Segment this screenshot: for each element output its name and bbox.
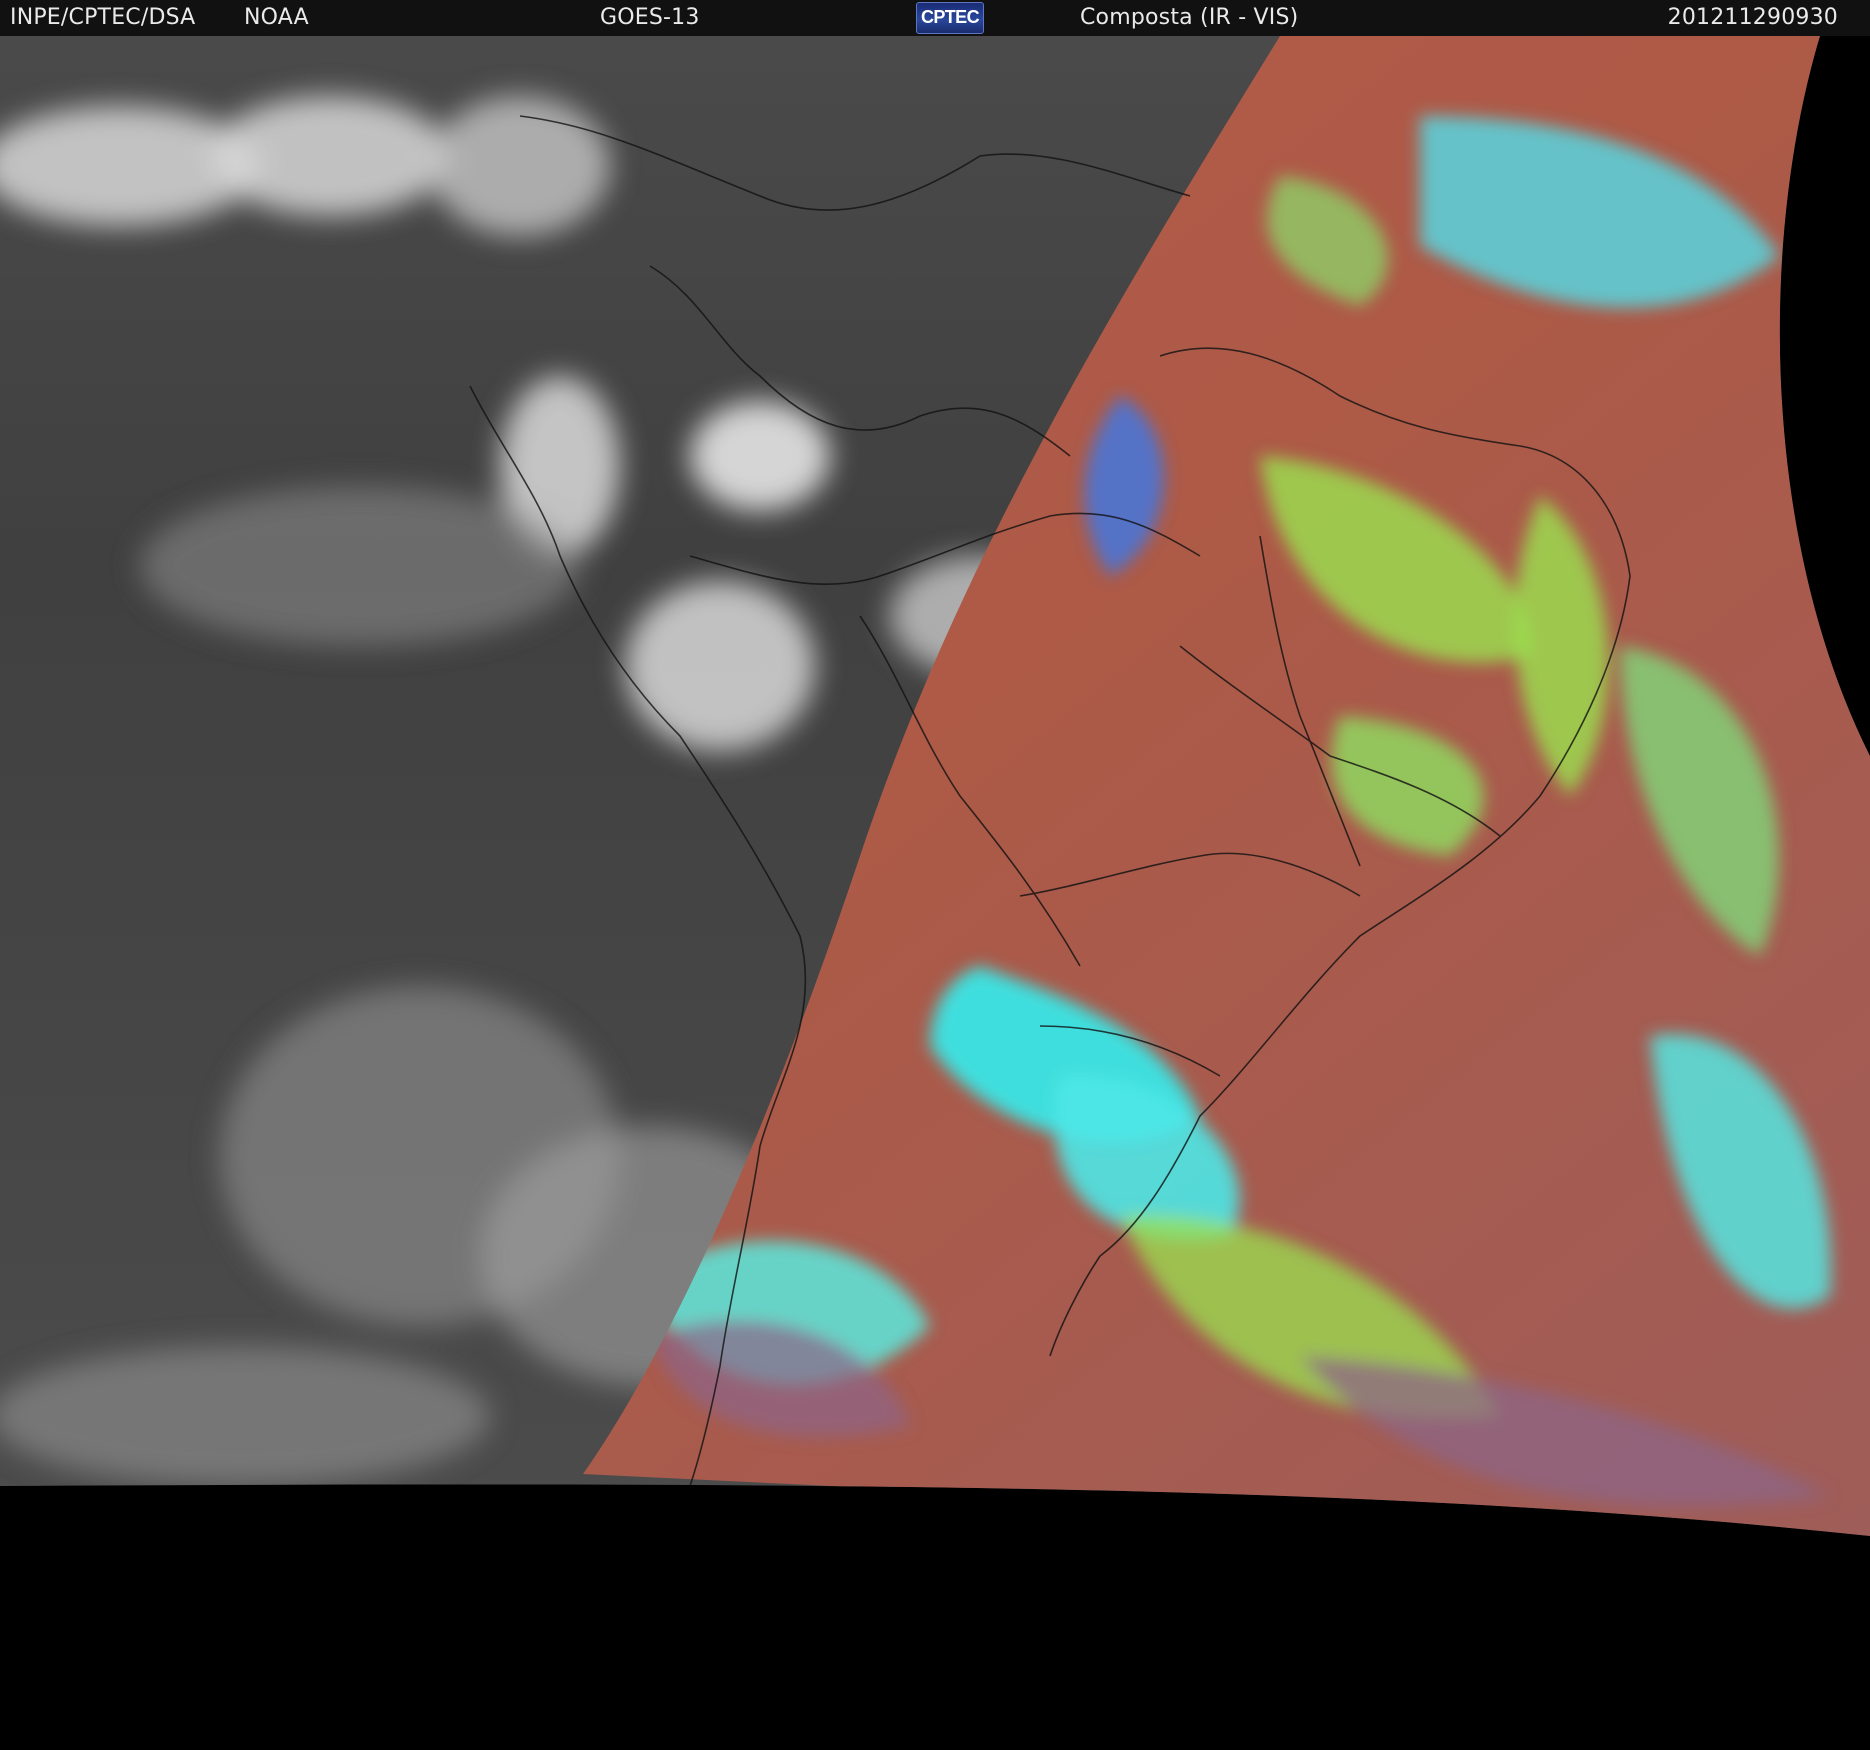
ir-cloud [625,581,815,751]
ir-cloud [210,96,450,216]
satellite-disk [0,36,1870,1536]
ir-cloud [430,96,610,236]
satellite-map-svg [0,36,1870,1536]
satellite-map [0,36,1870,1750]
title-bar: INPE/CPTEC/DSA NOAA GOES-13 CPTEC Compos… [0,0,1870,36]
ir-cloud [140,486,580,646]
cptec-logo: CPTEC [916,2,984,34]
satellite-label: GOES-13 [600,5,700,30]
agency-label: NOAA [244,5,309,30]
org-label: INPE/CPTEC/DSA [10,5,196,30]
ir-cloud [0,1346,490,1486]
product-label: Composta (IR - VIS) [1080,5,1299,30]
ir-cloud [690,401,830,511]
timestamp-label: 201211290930 [1667,5,1838,30]
logo-text: CPTEC [920,7,980,27]
